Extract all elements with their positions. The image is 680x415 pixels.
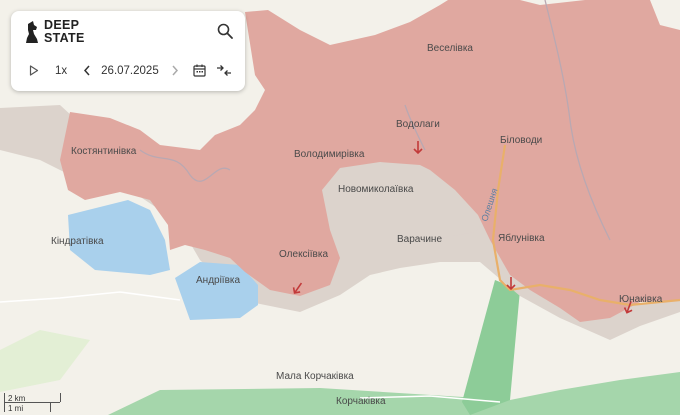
- label-yunakivka: Юнаківка: [619, 294, 663, 305]
- timeline-controls: 1x 26.07.2025: [29, 64, 232, 77]
- logo-line2: STATE: [44, 31, 85, 45]
- search-button[interactable]: [217, 23, 233, 39]
- chevron-left-icon: [84, 65, 90, 76]
- sync-arrows-icon: [216, 65, 231, 76]
- control-panel: DEEP STATE 1x 26.07.2025: [11, 11, 245, 91]
- deepstate-logo-icon: [26, 21, 38, 43]
- label-vodolahy: Водолаги: [396, 119, 440, 130]
- scale-km-label: 2 km: [8, 394, 26, 403]
- play-icon: [29, 65, 39, 76]
- label-yablunivka: Яблунівка: [498, 232, 545, 244]
- label-oleksiivka: Олексіївка: [279, 249, 328, 260]
- label-novomykolaivka: Новомиколаївка: [338, 184, 414, 195]
- label-korchakivka: Корчаківка: [336, 396, 386, 407]
- search-icon: [217, 23, 233, 39]
- calendar-icon: [193, 64, 206, 77]
- compare-button[interactable]: [216, 64, 232, 77]
- label-veselivka: Веселівка: [427, 43, 473, 54]
- scale-tick: [60, 393, 61, 402]
- scale-bar: 2 km 1 mi: [4, 393, 62, 413]
- play-button[interactable]: [29, 65, 39, 76]
- speed-button[interactable]: 1x: [55, 65, 67, 77]
- scale-tick: [50, 402, 51, 412]
- label-volodymyrivka: Володимирівка: [294, 149, 365, 160]
- label-bilovody: Біловоди: [500, 135, 542, 146]
- label-mala-korchakivka: Мала Корчаківка: [276, 371, 354, 382]
- deepstate-logo[interactable]: DEEP STATE: [25, 19, 85, 45]
- label-andriivka: Андріївка: [196, 275, 240, 286]
- previous-date-button[interactable]: [83, 65, 91, 76]
- calendar-button[interactable]: [193, 64, 206, 77]
- date-display[interactable]: 26.07.2025: [101, 65, 159, 77]
- scale-mi-label: 1 mi: [8, 404, 24, 413]
- logo-text: DEEP STATE: [44, 19, 85, 45]
- label-kindrativka: Кіндратівка: [51, 236, 104, 247]
- label-kostiantynivka: Костянтинівка: [71, 146, 137, 157]
- label-varachyne: Варачине: [397, 234, 442, 245]
- next-date-button[interactable]: [171, 65, 179, 76]
- chevron-right-icon: [172, 65, 178, 76]
